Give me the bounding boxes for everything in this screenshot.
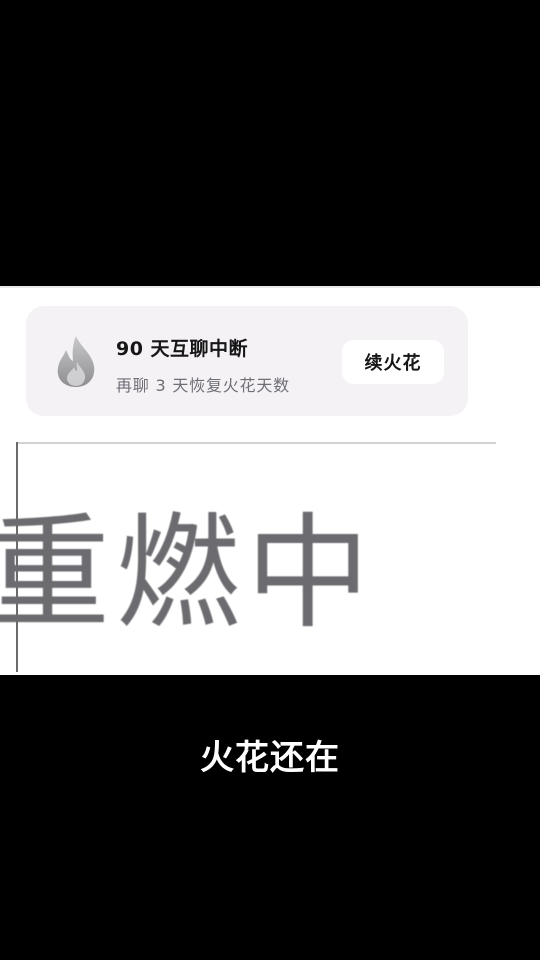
zoomed-status: 重燃中 bbox=[0, 442, 496, 675]
renew-spark-button[interactable]: 续火花 bbox=[342, 340, 444, 384]
screenshot-content: 90 天互聊中断 再聊 3 天恢复火花天数 续火花 重燃中 bbox=[0, 286, 540, 675]
streak-notification-card: 90 天互聊中断 再聊 3 天恢复火花天数 续火花 bbox=[26, 306, 468, 416]
video-frame: 90 天互聊中断 再聊 3 天恢复火花天数 续火花 重燃中 火花还在 bbox=[0, 0, 540, 960]
divider bbox=[0, 286, 540, 288]
video-caption: 火花还在 bbox=[200, 738, 340, 778]
rekindling-label: 重燃中 bbox=[0, 502, 377, 646]
notification-subtitle: 再聊 3 天恢复火花天数 bbox=[116, 376, 290, 395]
flame-icon bbox=[57, 336, 95, 387]
top-black-area bbox=[0, 0, 540, 286]
notification-title: 90 天互聊中断 bbox=[116, 338, 249, 360]
zoom-top-border bbox=[16, 442, 496, 444]
